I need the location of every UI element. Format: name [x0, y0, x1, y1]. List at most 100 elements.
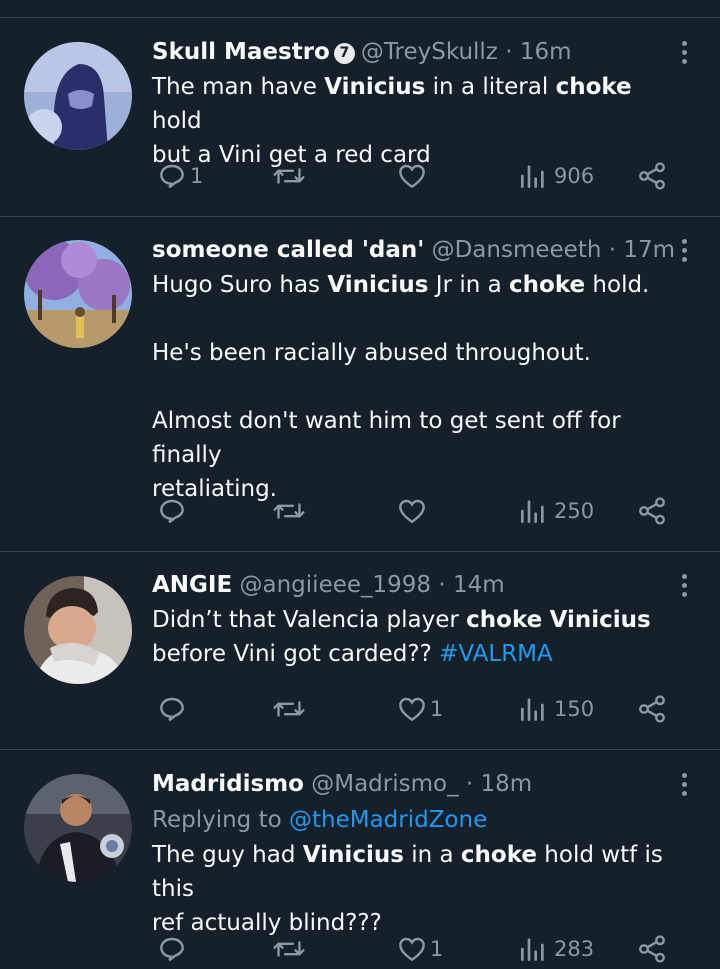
text-span: He's been racially abused throughout.: [152, 340, 591, 366]
like-button[interactable]: [396, 156, 430, 196]
bold-text: choke: [460, 842, 537, 868]
display-name[interactable]: Skull Maestro: [152, 39, 330, 65]
retweet-button[interactable]: [272, 689, 312, 729]
more-icon[interactable]: [676, 567, 692, 603]
reply-icon: [156, 693, 188, 725]
tweet-actions: 1 150: [152, 689, 682, 729]
like-button[interactable]: 1: [396, 929, 443, 969]
tweet-text-line: He's been racially abused throughout.: [152, 336, 680, 370]
tweet-text-line: Almost don't want him to get sent off fo…: [152, 404, 680, 472]
views-button[interactable]: 150: [518, 689, 594, 729]
avatar[interactable]: [24, 774, 132, 882]
like-icon: [396, 160, 428, 192]
reply-button[interactable]: [156, 929, 190, 969]
views-icon: [518, 693, 548, 725]
text-span: [542, 607, 549, 633]
tweet-text: Hugo Suro has Vinicius Jr in a choke hol…: [152, 268, 680, 506]
text-span: Jr in a: [428, 272, 510, 298]
like-count: 1: [430, 697, 444, 721]
views-count: 283: [554, 937, 595, 961]
timestamp[interactable]: · 18m: [466, 771, 532, 797]
text-span: in a literal: [425, 74, 556, 100]
views-icon: [518, 933, 548, 965]
timestamp[interactable]: · 16m: [505, 39, 571, 65]
tweet-divider: [0, 749, 720, 750]
tweet-text-line: before Vini got carded?? #VALRMA: [152, 637, 680, 671]
views-icon: [518, 495, 548, 527]
more-icon[interactable]: [676, 766, 692, 802]
display-name[interactable]: Madridismo: [152, 771, 304, 797]
reply-icon: [156, 160, 188, 192]
retweet-button[interactable]: [272, 491, 312, 531]
handle[interactable]: @angiieee_1998: [240, 572, 432, 598]
views-count: 150: [554, 697, 595, 721]
more-icon[interactable]: [676, 232, 692, 268]
tweet-divider: [0, 551, 720, 552]
share-icon: [636, 933, 668, 965]
views-button[interactable]: 906: [518, 156, 594, 196]
handle[interactable]: @Madrismo_: [311, 771, 458, 797]
text-span: Almost don't want him to get sent off fo…: [152, 408, 621, 468]
replying-prefix: Replying to: [152, 807, 289, 833]
timestamp[interactable]: · 17m: [609, 237, 675, 263]
text-span: hold: [152, 108, 202, 134]
bold-text: Vinicius: [324, 74, 426, 100]
retweet-button[interactable]: [272, 929, 312, 969]
reply-button[interactable]: 1: [156, 156, 203, 196]
share-button[interactable]: [636, 689, 668, 729]
display-name[interactable]: ANGIE: [152, 572, 232, 598]
bold-text: choke: [509, 272, 586, 298]
tweet-actions: 1 906: [152, 156, 682, 196]
views-button[interactable]: 250: [518, 491, 594, 531]
like-icon: [396, 495, 428, 527]
text-span: hold.: [585, 272, 650, 298]
like-button[interactable]: [396, 491, 430, 531]
avatar[interactable]: [24, 576, 132, 684]
share-icon: [636, 495, 668, 527]
text-span: Didn’t that Valencia player: [152, 607, 467, 633]
retweet-icon: [272, 495, 306, 527]
share-button[interactable]: [636, 491, 668, 531]
retweet-icon: [272, 693, 306, 725]
share-button[interactable]: [636, 929, 668, 969]
reply-button[interactable]: [156, 491, 190, 531]
avatar[interactable]: [24, 42, 132, 150]
tweet-text-line: The man have Vinicius in a literal choke…: [152, 70, 680, 138]
reply-icon: [156, 495, 188, 527]
text-span: in a: [403, 842, 461, 868]
bold-text: Vinicius: [327, 272, 429, 298]
text-span: Hugo Suro has: [152, 272, 328, 298]
share-button[interactable]: [636, 156, 668, 196]
like-button[interactable]: 1: [396, 689, 443, 729]
like-icon: [396, 933, 428, 965]
tweet-divider: [0, 216, 720, 217]
reply-count: 1: [190, 164, 204, 188]
hashtag-link[interactable]: #VALRMA: [439, 641, 553, 667]
replying-to-handle[interactable]: @theMadridZone: [289, 807, 487, 833]
timestamp[interactable]: · 14m: [438, 572, 504, 598]
avatar[interactable]: [24, 240, 132, 348]
retweet-button[interactable]: [272, 156, 312, 196]
text-span: The man have: [152, 74, 325, 100]
share-icon: [636, 160, 668, 192]
handle[interactable]: @TreySkullz: [361, 39, 498, 65]
tweet-text: Didn’t that Valencia player choke Vinici…: [152, 603, 680, 671]
share-icon: [636, 693, 668, 725]
tweet-text-line: Hugo Suro has Vinicius Jr in a choke hol…: [152, 268, 680, 302]
display-name[interactable]: someone called 'dan': [152, 237, 424, 263]
views-icon: [518, 160, 548, 192]
bold-text: Vinicius: [302, 842, 404, 868]
bold-text: choke: [466, 607, 543, 633]
tweet-text-line: The guy had Vinicius in a choke hold wtf…: [152, 838, 680, 906]
views-button[interactable]: 283: [518, 929, 594, 969]
replying-to: Replying to @theMadridZone: [152, 802, 680, 838]
tweet-actions: 250: [152, 491, 682, 531]
reply-button[interactable]: [156, 689, 190, 729]
handle[interactable]: @Dansmeeeth: [432, 237, 602, 263]
bold-text: choke: [555, 74, 632, 100]
tweet-actions: 1 283: [152, 929, 682, 969]
more-icon[interactable]: [676, 34, 692, 70]
top-divider: [0, 17, 720, 18]
